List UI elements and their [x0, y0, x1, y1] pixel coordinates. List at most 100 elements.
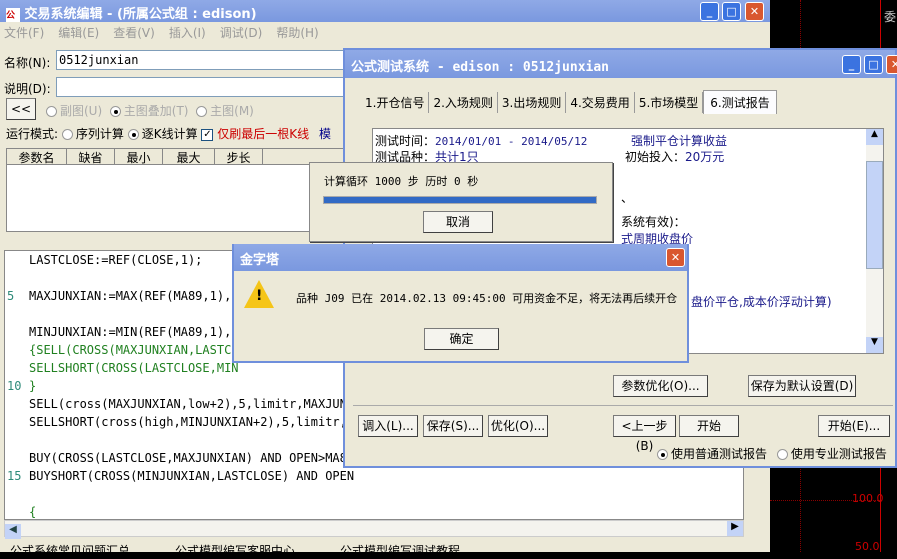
axis-label: 委	[884, 10, 897, 24]
code-text: BUY(CROSS(LASTCLOSE,MAXJUNXIAN) AND OPEN…	[29, 451, 355, 465]
label: 主图叠加(T)	[123, 104, 189, 118]
report-text: 盘价平仓,成本价浮动计算)	[691, 295, 832, 309]
radio-main-overlay[interactable]	[109, 106, 121, 117]
progress-fill	[324, 197, 596, 203]
progress-text: 计算循环 1000 步 历时 0 秒	[324, 175, 479, 188]
start-button[interactable]: 开始	[679, 415, 739, 437]
code-text: SELLSHORT(cross(high,MINJUNXIAN+2),5,lim…	[29, 415, 355, 429]
radio-sequence[interactable]	[61, 129, 73, 140]
code-text: }	[29, 379, 37, 393]
code-text: LASTCLOSE:=REF(CLOSE,1);	[29, 253, 203, 267]
status-link[interactable]: 公式模型编写客服中心	[175, 544, 295, 558]
line-number: 15	[7, 469, 22, 483]
col-header[interactable]: 最大	[163, 149, 215, 165]
status-link[interactable]: 公式模型编写调试教程	[340, 544, 460, 558]
test-period: 2014/01/01 - 2014/05/12	[435, 135, 588, 148]
line-number: 5	[7, 289, 15, 303]
tab-market-model[interactable]: 5.市场模型	[635, 92, 704, 113]
last-bar-checkbox[interactable]: ✓	[201, 128, 214, 141]
cancel-button[interactable]: 取消	[423, 211, 493, 233]
report-type-group: 使用普通测试报告 使用专业测试报告	[657, 445, 887, 462]
label: 序列计算	[75, 127, 124, 141]
title-bar: 公 交易系统编辑 - (所属公式组 : edison) _ □ ✕	[0, 0, 770, 22]
save-default-button[interactable]: 保存为默认设置(D)	[748, 375, 856, 397]
menu-debug[interactable]: 调试(D)	[220, 26, 263, 40]
radio-main-chart[interactable]	[196, 106, 208, 117]
maximize-button[interactable]: □	[864, 55, 883, 74]
window-title: 公式测试系统 - edison : 0512junxian	[351, 60, 610, 75]
load-button[interactable]: 调入(L)...	[358, 415, 418, 437]
menu-view[interactable]: 查看(V)	[113, 26, 155, 40]
title-bar: 公式测试系统 - edison : 0512junxian _ □ ✕	[345, 50, 897, 78]
code-text: SELL(cross(MAXJUNXIAN,low+2),5,limitr,MA…	[29, 397, 355, 411]
scroll-left-icon[interactable]: ◀	[5, 524, 21, 539]
radio-sub-chart[interactable]	[46, 106, 57, 117]
menu-help[interactable]: 帮助(H)	[276, 26, 318, 40]
menu-bar: 文件(F) 编辑(E) 查看(V) 插入(I) 调试(D) 帮助(H)	[0, 22, 770, 44]
code-line: {	[7, 503, 743, 519]
horizontal-scrollbar[interactable]: ◀ ▶	[4, 520, 744, 539]
scroll-right-icon[interactable]: ▶	[727, 521, 743, 536]
name-input[interactable]: 0512junxian	[56, 50, 356, 70]
col-header[interactable]: 参数名	[7, 149, 67, 165]
warning-icon: !	[244, 280, 274, 308]
status-link[interactable]: 公式系统常见问题汇总	[10, 544, 130, 558]
alert-dialog: 金字塔 ✕ ! 品种 J09 已在 2014.02.13 09:45:00 可用…	[232, 244, 689, 363]
optimize-button[interactable]: 优化(O)...	[488, 415, 548, 437]
col-header[interactable]: 缺省	[67, 149, 115, 165]
model-link[interactable]: 模	[319, 127, 331, 141]
minimize-button[interactable]: _	[700, 2, 719, 21]
status-bar: 公式系统常见问题汇总 公式模型编写客服中心 公式模型编写调试教程	[10, 542, 460, 559]
close-button[interactable]: ✕	[666, 248, 685, 267]
ok-button[interactable]: 确定	[424, 328, 499, 350]
col-header[interactable]: 步长	[215, 149, 263, 165]
report-text: 系统有效)：	[621, 215, 686, 229]
menu-insert[interactable]: 插入(I)	[169, 26, 206, 40]
label: 初始投入：	[625, 150, 686, 164]
minimize-button[interactable]: _	[842, 55, 861, 74]
scroll-down-icon[interactable]: ▼	[866, 337, 883, 353]
tab-open-signal[interactable]: 1.开仓信号	[361, 92, 430, 113]
menu-edit[interactable]: 编辑(E)	[58, 26, 99, 40]
optimize-params-button[interactable]: 参数优化(O)...	[613, 375, 708, 397]
prev-step-button[interactable]: <上一步(B)	[613, 415, 676, 453]
maximize-button[interactable]: □	[722, 2, 741, 21]
label: 副图(U)	[60, 104, 103, 118]
tab-test-report[interactable]: 6.测试报告	[703, 90, 777, 114]
code-text: BUYSHORT(CROSS(MINJUNXIAN,LASTCLOSE) AND…	[29, 469, 355, 483]
label: 使用专业测试报告	[790, 447, 887, 461]
axis-label: 100.0	[852, 492, 884, 505]
scroll-thumb[interactable]	[866, 161, 883, 269]
code-text: SELLSHORT(CROSS(LASTCLOSE,MIN	[29, 361, 239, 375]
vertical-scrollbar[interactable]: ▲ ▼	[866, 129, 883, 353]
params-table: 参数名 缺省 最小 最大 步长	[6, 148, 346, 232]
code-text: {SELL(CROSS(MAXJUNXIAN,LASTCL	[29, 343, 239, 357]
save-button[interactable]: 保存(S)...	[423, 415, 483, 437]
radio-normal-report[interactable]	[657, 449, 668, 460]
code-text: {	[29, 505, 37, 519]
menu-file[interactable]: 文件(F)	[4, 26, 44, 40]
collapse-button[interactable]: <<	[6, 98, 36, 120]
line-number: 10	[7, 379, 22, 393]
run-mode-row: 运行模式: 序列计算 逐K线计算 ✓ 仅刷最后一根K线 模	[6, 125, 331, 142]
radio-pro-report[interactable]	[776, 449, 788, 460]
tab-entry-rules[interactable]: 2.入场规则	[429, 92, 498, 113]
tab-fees[interactable]: 4.交易费用	[566, 92, 635, 113]
close-button[interactable]: ✕	[745, 2, 764, 21]
chart-type-group: 副图(U) 主图叠加(T) 主图(M)	[46, 102, 254, 119]
radio-per-bar[interactable]	[127, 129, 139, 140]
desc-input[interactable]	[56, 77, 356, 97]
start-e-button[interactable]: 开始(E)...	[818, 415, 890, 437]
progress-dialog: 计算循环 1000 步 历时 0 秒 取消	[309, 162, 613, 242]
run-mode-label: 运行模式:	[6, 127, 59, 141]
code-text: MAXJUNXIAN:=MAX(REF(MA89,1),R	[29, 289, 239, 303]
window-title: 交易系统编辑 - (所属公式组 : edison)	[24, 7, 257, 22]
col-header[interactable]: 最小	[115, 149, 163, 165]
close-button[interactable]: ✕	[886, 55, 897, 74]
desc-label: 说明(D):	[4, 82, 51, 96]
label: 测试时间：	[375, 134, 436, 148]
scroll-up-icon[interactable]: ▲	[866, 129, 883, 145]
code-line: 15 BUYSHORT(CROSS(MINJUNXIAN,LASTCLOSE) A…	[7, 467, 743, 485]
tab-exit-rules[interactable]: 3.出场规则	[498, 92, 567, 113]
